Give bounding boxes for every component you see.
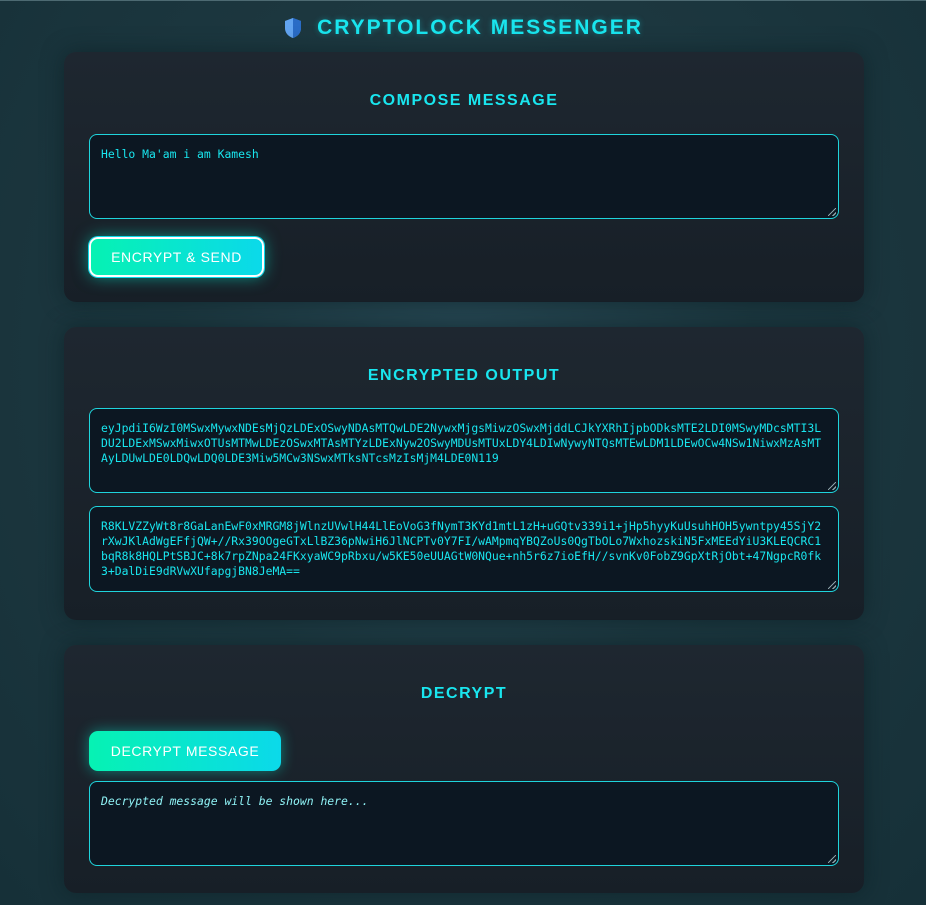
app-title: CRYPTOLOCK MESSENGER [317,16,643,39]
message-input[interactable]: Hello Ma'am i am Kamesh [89,134,839,219]
shield-icon [285,18,302,38]
resize-grip-icon[interactable] [828,208,836,216]
decrypt-title: DECRYPT [420,685,508,702]
decrypted-output-field[interactable]: Decrypted message will be shown here... [89,781,839,866]
top-border [0,0,926,1]
app-header: CRYPTOLOCK MESSENGER [0,14,926,42]
resize-grip-icon[interactable] [828,855,836,863]
decrypted-output-placeholder: Decrypted message will be shown here... [101,794,369,808]
resize-grip-icon[interactable] [828,482,836,490]
encrypt-send-button[interactable]: ENCRYPT & SEND [89,237,264,277]
encrypted-output-card: ENCRYPTED OUTPUT eyJpdiI6WzI0MSwxMywxNDE… [64,327,864,620]
decrypt-card: DECRYPT DECRYPT MESSAGE Decrypted messag… [64,645,864,893]
ciphertext-field[interactable]: R8KLVZZyWt8r8GaLanEwF0xMRGM8jWlnzUVwlH44… [89,506,839,592]
output-title: ENCRYPTED OUTPUT [367,367,561,384]
decrypt-message-button[interactable]: DECRYPT MESSAGE [89,731,281,771]
resize-grip-icon[interactable] [828,581,836,589]
message-input-value: Hello Ma'am i am Kamesh [101,147,259,161]
ciphertext-value: R8KLVZZyWt8r8GaLanEwF0xMRGM8jWlnzUVwlH44… [101,519,822,578]
encrypted-payload-field[interactable]: eyJpdiI6WzI0MSwxMywxNDEsMjQzLDExOSwyNDAs… [89,408,839,493]
encrypted-payload-value: eyJpdiI6WzI0MSwxMywxNDEsMjQzLDExOSwyNDAs… [101,421,822,465]
compose-card: COMPOSE MESSAGE Hello Ma'am i am Kamesh … [64,52,864,302]
compose-title: COMPOSE MESSAGE [369,92,559,109]
